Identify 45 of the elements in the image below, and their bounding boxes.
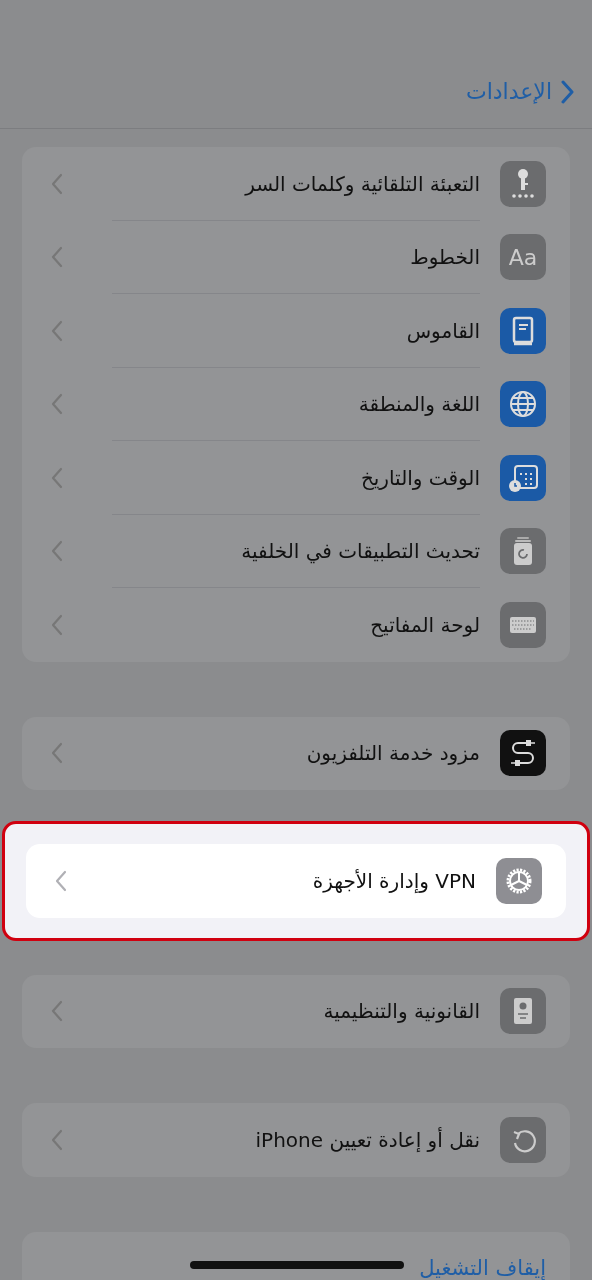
cable-icon [500,730,546,777]
key-icon [500,160,546,207]
keyboard-icon [500,601,546,648]
row-label: الوقت والتاريخ [359,464,481,492]
row-label: نقل أو إعادة تعيين iPhone [254,1126,481,1154]
back-chevron-icon [560,79,574,104]
row-label: تحديث التطبيقات في الخلفية [240,538,481,566]
fonts-icon: Aa [500,234,546,281]
settings-row[interactable]: الوقت والتاريخ [22,441,570,515]
row-label: اللغة والمنطقة [357,391,481,419]
gear-icon [496,857,542,904]
chevron-icon [50,742,64,765]
row-label: إيقاف التشغيل [419,1254,546,1280]
row-label: لوحة المفاتيح [369,611,481,639]
chevron-icon [50,613,64,636]
settings-row[interactable]: القاموس [22,294,570,368]
chevron-icon [50,466,64,489]
chevron-icon [50,1128,64,1151]
settings-row[interactable]: القانونية والتنظيمية [22,974,570,1048]
row-label: التعبئة التلقائية وكلمات السر [243,170,481,198]
chevron-icon [50,393,64,416]
settings-row[interactable]: نقل أو إعادة تعيين iPhone [22,1103,570,1177]
calendar-icon [500,454,546,501]
settings-row[interactable]: اللغة والمنطقة [22,367,570,441]
row-label: VPN وإدارة الأجهزة [311,867,477,895]
chevron-icon [50,319,64,342]
book-icon [500,307,546,354]
settings-row[interactable]: لوحة المفاتيح [22,588,570,662]
chevron-icon [54,869,68,892]
chevron-icon [50,172,64,195]
settings-row[interactable]: مزود خدمة التلفزيون [22,716,570,790]
back-label: الإعدادات [465,78,552,106]
settings-row[interactable]: التعبئة التلقائية وكلمات السر [22,147,570,221]
settings-row[interactable]: VPN وإدارة الأجهزة [26,844,566,918]
app-refresh-icon [500,528,546,575]
row-label: الخطوط [409,244,481,272]
chevron-icon [50,246,64,269]
row-label: مزود خدمة التلفزيون [305,740,481,768]
certificate-icon [500,988,546,1035]
row-label: القانونية والتنظيمية [322,998,481,1026]
chevron-icon [50,1000,64,1023]
globe-icon [500,381,546,428]
chevron-icon [50,540,64,563]
row-label: القاموس [405,317,481,345]
settings-row[interactable]: تحديث التطبيقات في الخلفية [22,514,570,588]
